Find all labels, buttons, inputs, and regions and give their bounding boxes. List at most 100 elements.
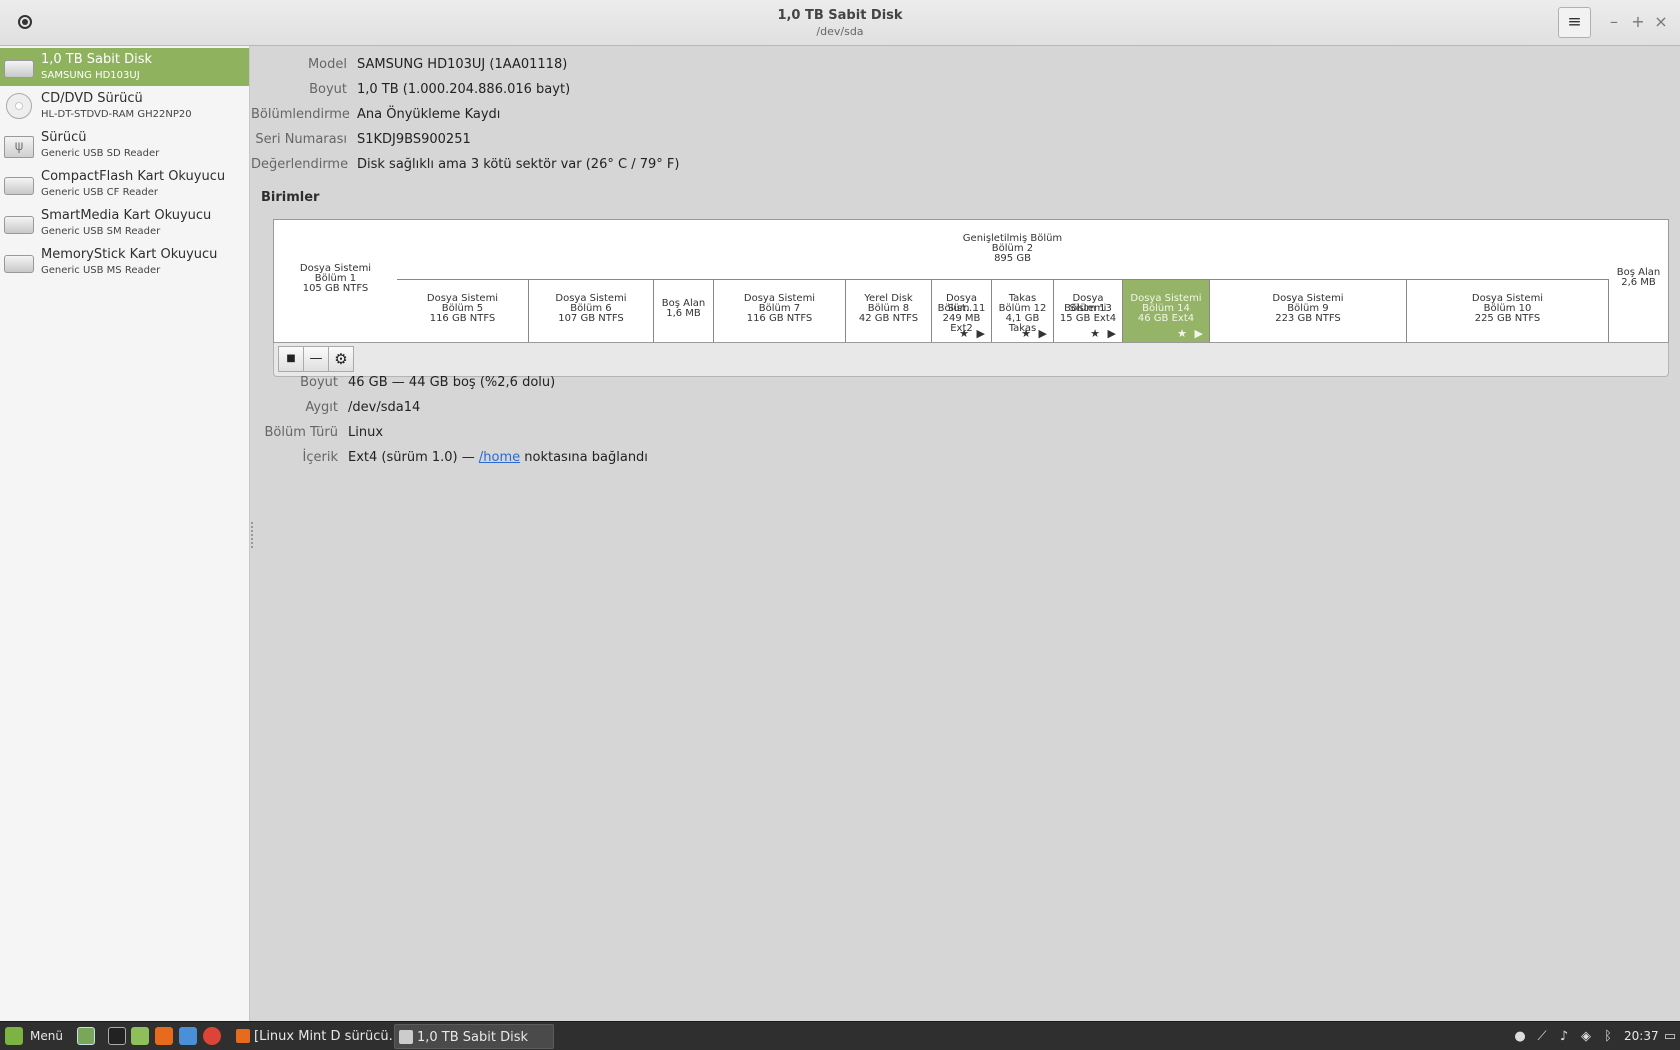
card-reader-icon [4, 177, 34, 195]
extended-partition-labels: Genişletilmiş Bölüm Bölüm 2 895 GB [397, 220, 1628, 279]
hamburger-menu-icon[interactable]: ≡ [1558, 7, 1591, 38]
contents-value: Ext4 (sürüm 1.0) — /home noktasına bağla… [348, 450, 648, 465]
sidebar-item-title: CD/DVD Sürücü [41, 91, 143, 106]
volume-partition-10[interactable]: Dosya Sistemi Bölüm 10 225 GB NTFS [1407, 280, 1609, 342]
file-manager-icon[interactable] [131, 1027, 149, 1045]
taskbar-window-label: 1,0 TB Sabit Disk [417, 1030, 529, 1045]
taskbar-window-disks[interactable]: 1,0 TB Sabit Disk [394, 1024, 554, 1049]
volume-label: 116 GB NTFS [429, 313, 496, 324]
usb-drive-icon: ψ [4, 136, 34, 158]
sidebar-item-ms-reader[interactable]: MemoryStick Kart Okuyucu Generic USB MS … [0, 243, 249, 281]
volume-label: 107 GB NTFS [558, 313, 624, 324]
device-label: Aygıt [305, 400, 338, 415]
volumes-section-title: Birimler [261, 190, 320, 205]
maximize-button[interactable]: + [1630, 12, 1646, 31]
sidebar-item-subtitle: Generic USB CF Reader [41, 187, 158, 198]
mounted-star-icon: ★ ▶ [959, 327, 987, 340]
volume-partition-11[interactable]: Dosya Sist... Bölüm 11 249 MB Ext2 ★ ▶ [932, 280, 992, 342]
volume-label: 105 GB NTFS [302, 283, 369, 294]
menu-button[interactable]: Menü [30, 1026, 63, 1047]
mount-point-link[interactable]: /home [479, 450, 520, 465]
user-icon[interactable]: ● [1511, 1026, 1529, 1047]
taskbar: Menü [Linux Mint D sürücü... 1,0 TB Sabi… [0, 1021, 1680, 1050]
sidebar-item-hard-disk[interactable]: 1,0 TB Sabit Disk SAMSUNG HD103UJ [0, 48, 249, 86]
device-value: /dev/sda14 [348, 400, 421, 415]
window-title: 1,0 TB Sabit Disk [777, 8, 903, 23]
volume-label: 2,6 MB [1621, 277, 1656, 288]
network-icon[interactable]: ⟋ [1533, 1026, 1551, 1047]
contents-suffix: noktasına bağlandı [520, 450, 648, 465]
device-sidebar: 1,0 TB Sabit Disk SAMSUNG HD103UJ CD/DVD… [0, 46, 250, 1021]
partition-type-label: Bölüm Türü [264, 425, 339, 440]
taskbar-window-label: [Linux Mint D sürücü... [254, 1029, 392, 1044]
partition-size-value: 46 GB — 44 GB boş (%2,6 dolu) [348, 375, 556, 390]
sidebar-item-optical[interactable]: CD/DVD Sürücü HL-DT-STDVD-RAM GH22NP20 [0, 87, 249, 125]
sidebar-item-subtitle: Generic USB SM Reader [41, 226, 161, 237]
serial-value: S1KDJ9BS900251 [357, 132, 471, 147]
contents-label: İçerik [302, 450, 338, 465]
volume-partition-1[interactable]: Dosya Sistemi Bölüm 1 105 GB NTFS [274, 220, 398, 342]
partition-size-label: Boyut [300, 375, 338, 390]
close-button[interactable]: × [1653, 12, 1669, 31]
sidebar-item-subtitle: Generic USB SD Reader [41, 148, 160, 159]
sidebar-item-subtitle: SAMSUNG HD103UJ [41, 70, 140, 81]
terminal-icon[interactable] [108, 1027, 126, 1045]
assessment-label: Değerlendirme [251, 157, 349, 172]
contents-prefix: Ext4 (sürüm 1.0) — [348, 450, 479, 465]
firefox-icon[interactable] [155, 1027, 173, 1045]
unmount-stop-button[interactable]: ■ [278, 346, 304, 372]
taskbar-window-browser[interactable]: [Linux Mint D sürücü... [232, 1024, 392, 1049]
partitioning-value: Ana Önyükleme Kaydı [357, 107, 501, 122]
size-label: Boyut [309, 82, 347, 97]
volume-partition-14[interactable]: Dosya Sistemi Bölüm 14 46 GB Ext4 ★ ▶ [1123, 280, 1210, 342]
shield-icon[interactable]: ◈ [1577, 1026, 1595, 1047]
show-desktop-icon[interactable] [77, 1027, 95, 1045]
volume-partition-5[interactable]: Dosya Sistemi Bölüm 5 116 GB NTFS [397, 280, 529, 342]
card-reader-icon [4, 255, 34, 273]
sidebar-item-title: MemoryStick Kart Okuyucu [41, 247, 218, 262]
volume-map: Dosya Sistemi Bölüm 1 105 GB NTFS Genişl… [273, 219, 1669, 343]
clock[interactable]: 20:37 [1624, 1026, 1659, 1047]
settings-gear-icon[interactable]: ⚙ [328, 346, 354, 372]
sidebar-item-cf-reader[interactable]: CompactFlash Kart Okuyucu Generic USB CF… [0, 165, 249, 203]
mint-logo-icon[interactable] [5, 1027, 23, 1045]
bluetooth-icon[interactable]: ᛒ [1599, 1026, 1617, 1047]
card-reader-icon [4, 216, 34, 234]
sidebar-item-sd-reader[interactable]: ψ Sürücü Generic USB SD Reader [0, 126, 249, 164]
volume-label: 895 GB [994, 253, 1031, 264]
volume-partition-9[interactable]: Dosya Sistemi Bölüm 9 223 GB NTFS [1210, 280, 1407, 342]
firefox-icon [236, 1029, 250, 1043]
serial-label: Seri Numarası [255, 132, 347, 147]
volume-partition-12[interactable]: Takas Bölüm 12 4,1 GB Takas ★ ▶ [992, 280, 1054, 342]
delete-partition-button[interactable]: — [303, 346, 329, 372]
sidebar-item-sm-reader[interactable]: SmartMedia Kart Okuyucu Generic USB SM R… [0, 204, 249, 242]
volume-partition-8[interactable]: Yerel Disk Bölüm 8 42 GB NTFS [846, 280, 932, 342]
volume-partition-6[interactable]: Dosya Sistemi Bölüm 6 107 GB NTFS [529, 280, 654, 342]
partitioning-label: Bölümlendirme [251, 107, 350, 122]
volume-extended-partition[interactable]: Genişletilmiş Bölüm Bölüm 2 895 GB [397, 220, 1629, 280]
volume-icon[interactable]: ♪ [1555, 1026, 1573, 1047]
chromium-icon[interactable] [179, 1027, 197, 1045]
volume-partition-7[interactable]: Dosya Sistemi Bölüm 7 116 GB NTFS [714, 280, 846, 342]
mounted-star-icon: ★ ▶ [1177, 327, 1205, 340]
sidebar-item-title: Sürücü [41, 130, 87, 145]
model-value: SAMSUNG HD103UJ (1AA01118) [357, 57, 568, 72]
chrome-icon[interactable] [203, 1027, 221, 1045]
volume-label: 15 GB Ext4 [1059, 313, 1117, 324]
sidebar-item-title: 1,0 TB Sabit Disk [41, 52, 153, 67]
disks-icon [399, 1030, 413, 1044]
show-desktop-tray-icon[interactable]: ▭ [1661, 1026, 1679, 1047]
volume-free-space-end[interactable]: Boş Alan 2,6 MB [1609, 220, 1668, 342]
volume-label: 1,6 MB [666, 308, 701, 319]
sidebar-item-title: SmartMedia Kart Okuyucu [41, 208, 212, 223]
volume-label: 116 GB NTFS [746, 313, 813, 324]
partition-type-value: Linux [348, 425, 384, 440]
volume-free-space-small[interactable]: Boş Alan 1,6 MB [654, 280, 714, 342]
volume-label: 42 GB NTFS [858, 313, 919, 324]
minimize-button[interactable]: – [1606, 12, 1622, 31]
hard-disk-icon [4, 60, 34, 78]
sidebar-item-subtitle: Generic USB MS Reader [41, 265, 161, 276]
sidebar-item-title: CompactFlash Kart Okuyucu [41, 169, 226, 184]
disk-details-panel: Model SAMSUNG HD103UJ (1AA01118) Boyut 1… [251, 46, 1680, 1021]
volume-partition-13[interactable]: Dosya Sistemi Bölüm 13 15 GB Ext4 ★ ▶ [1054, 280, 1123, 342]
